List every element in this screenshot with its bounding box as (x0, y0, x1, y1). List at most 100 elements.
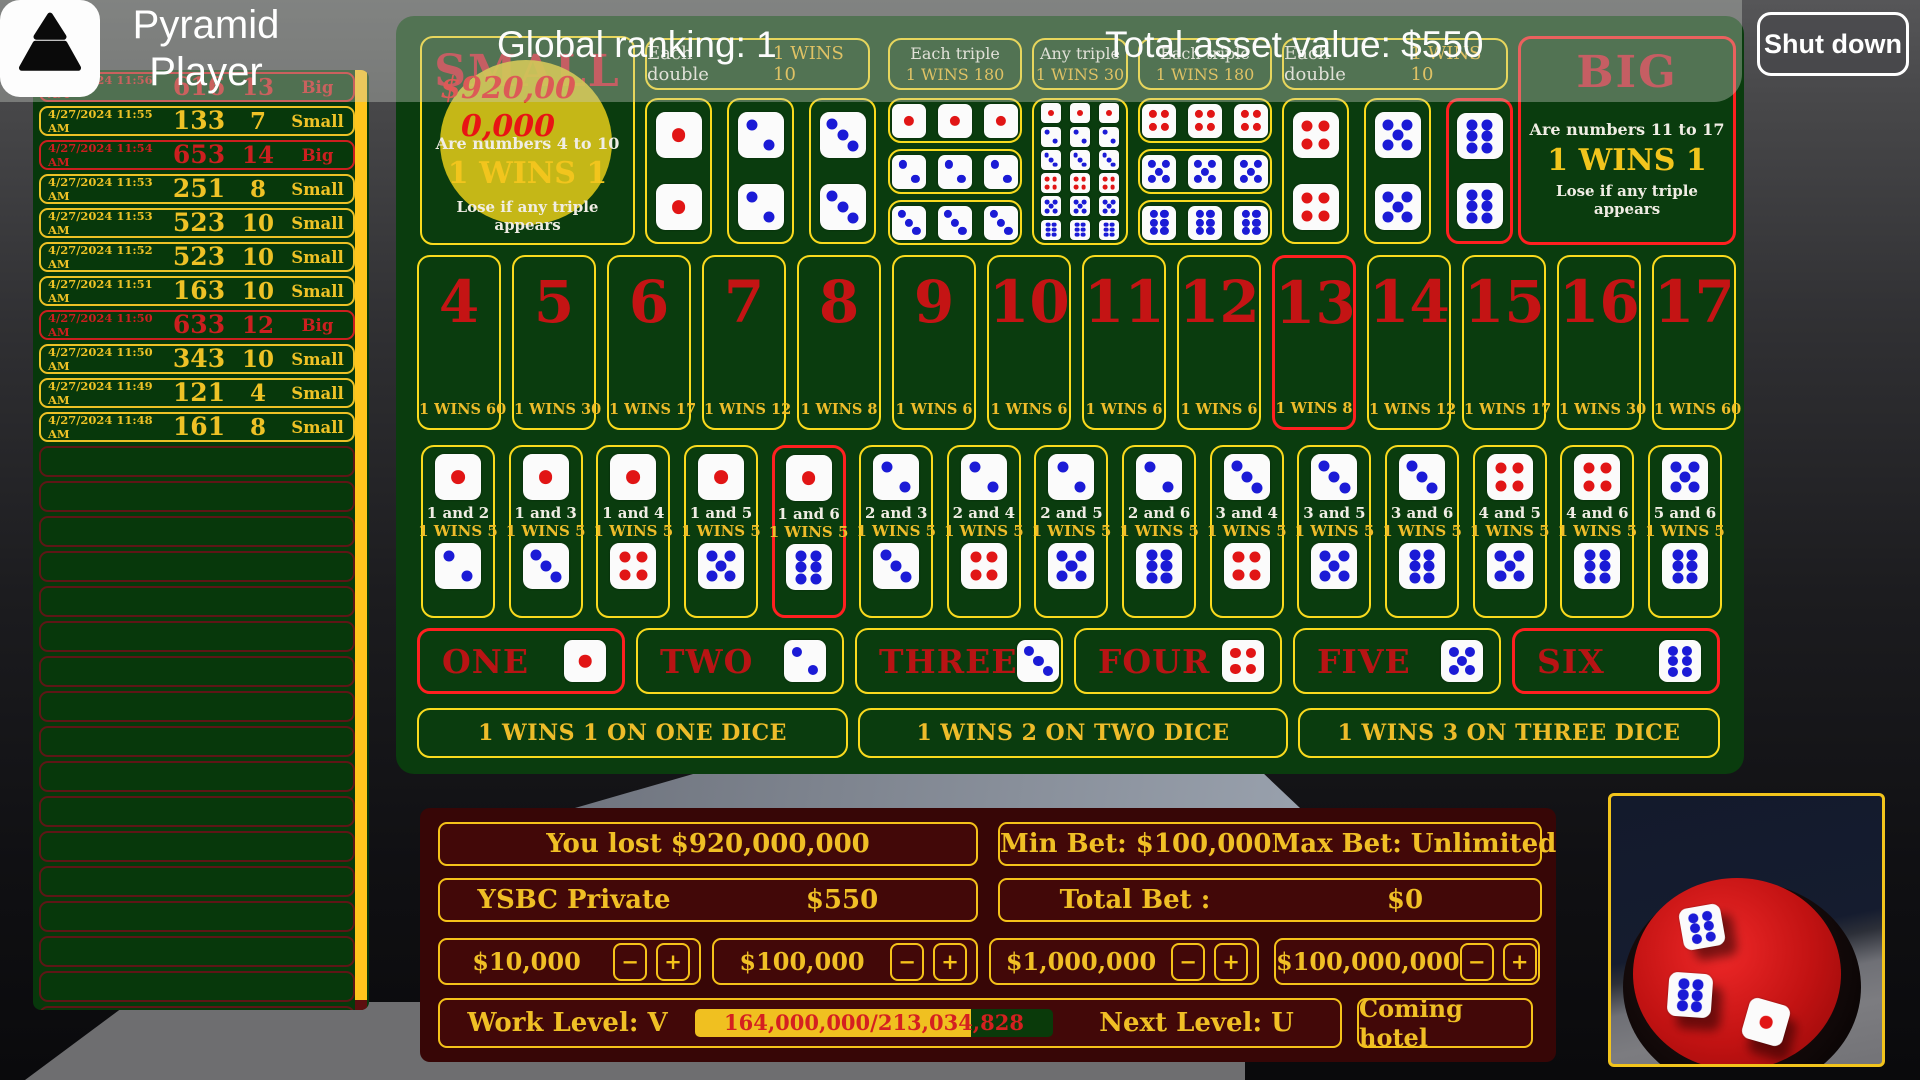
die-6-icon (1659, 640, 1701, 682)
decrease-bet-button[interactable]: − (613, 943, 647, 981)
coming-hotel-button[interactable]: Coming hotel (1357, 998, 1533, 1048)
total-odds: 1 WINS 30 (514, 401, 594, 418)
bet-combo-3-4[interactable]: 3 and 41 WINS 5 (1210, 445, 1284, 618)
bet-combo-2-5[interactable]: 2 and 51 WINS 5 (1034, 445, 1108, 618)
total-number: 11 (1084, 271, 1164, 333)
bet-total-13[interactable]: 131 WINS 8 (1272, 255, 1356, 430)
bet-triple-2[interactable] (888, 149, 1022, 194)
die-1-icon (698, 454, 744, 500)
app-title: Pyramid Player (100, 2, 312, 96)
history-row: 4/27/2024 11:52 AM52310Small (39, 242, 355, 272)
history-size: Small (282, 180, 353, 199)
die-4-icon (1574, 454, 1620, 500)
die-2-icon (1041, 127, 1061, 147)
bet-total-6[interactable]: 61 WINS 17 (607, 255, 691, 430)
chip-10000[interactable]: $10,000−+ (438, 938, 701, 985)
bet-total-12[interactable]: 121 WINS 6 (1177, 255, 1261, 430)
die-1-icon (656, 184, 702, 230)
increase-bet-button[interactable]: + (656, 943, 690, 981)
bet-single-two[interactable]: TWO (636, 628, 844, 694)
history-roll: 343 (164, 348, 234, 370)
chip-100000000[interactable]: $100,000,000−+ (1274, 938, 1540, 985)
die-6-icon (1574, 543, 1620, 589)
bet-double-6[interactable] (1446, 98, 1513, 244)
die-5-icon (1311, 543, 1357, 589)
bet-single-six[interactable]: SIX (1512, 628, 1720, 694)
history-row-empty (39, 971, 355, 1002)
bet-total-7[interactable]: 71 WINS 12 (702, 255, 786, 430)
die-6-icon (1399, 543, 1445, 589)
bet-combo-5-6[interactable]: 5 and 61 WINS 5 (1648, 445, 1722, 618)
bet-total-9[interactable]: 91 WINS 6 (892, 255, 976, 430)
bet-total-10[interactable]: 101 WINS 6 (987, 255, 1071, 430)
history-roll: 653 (164, 144, 234, 166)
bet-double-5[interactable] (1364, 98, 1431, 244)
bet-combo-1-6[interactable]: 1 and 61 WINS 5 (772, 445, 846, 618)
chip-1000000[interactable]: $1,000,000−+ (989, 938, 1259, 985)
bet-total-8[interactable]: 81 WINS 8 (797, 255, 881, 430)
bet-total-16[interactable]: 161 WINS 30 (1557, 255, 1641, 430)
small-note: Lose if any triple appears (422, 198, 633, 234)
bet-combo-1-2[interactable]: 1 and 21 WINS 5 (421, 445, 495, 618)
total-odds: 1 WINS 12 (1369, 401, 1449, 418)
bet-double-1[interactable] (645, 98, 712, 244)
bet-combo-4-5[interactable]: 4 and 51 WINS 5 (1473, 445, 1547, 618)
chip-value: $100,000,000 (1276, 947, 1460, 976)
decrease-bet-button[interactable]: − (890, 943, 924, 981)
bet-triple-1[interactable] (888, 98, 1022, 143)
increase-bet-button[interactable]: + (1214, 943, 1248, 981)
history-scrollbar[interactable] (355, 70, 367, 1000)
bet-combo-3-5[interactable]: 3 and 51 WINS 5 (1297, 445, 1371, 618)
bet-total-15[interactable]: 151 WINS 17 (1462, 255, 1546, 430)
decrease-bet-button[interactable]: − (1171, 943, 1205, 981)
bet-total-17[interactable]: 171 WINS 60 (1652, 255, 1736, 430)
bet-total-4[interactable]: 41 WINS 60 (417, 255, 501, 430)
bet-single-three[interactable]: THREE (855, 628, 1063, 694)
bet-triple-6[interactable] (1138, 200, 1272, 245)
die-2-icon (938, 155, 972, 189)
shutdown-label: Shut down (1764, 29, 1902, 60)
chip-100000[interactable]: $100,000−+ (712, 938, 978, 985)
combo-odds: 1 WINS 5 (856, 522, 936, 540)
bet-combo-3-6[interactable]: 3 and 61 WINS 5 (1385, 445, 1459, 618)
bet-total-14[interactable]: 141 WINS 12 (1367, 255, 1451, 430)
increase-bet-button[interactable]: + (1503, 943, 1537, 981)
bet-combo-2-3[interactable]: 2 and 31 WINS 5 (859, 445, 933, 618)
bet-combo-1-4[interactable]: 1 and 41 WINS 5 (596, 445, 670, 618)
die-3-icon (1041, 150, 1061, 170)
die-1-icon (1041, 103, 1061, 123)
bet-double-4[interactable] (1282, 98, 1349, 244)
history-row-empty (39, 936, 355, 967)
bet-triple-3[interactable] (888, 200, 1022, 245)
combo-label: 1 and 6 (777, 505, 839, 523)
die-5-icon (1142, 155, 1176, 189)
any-triple-row-2 (1034, 127, 1126, 147)
bet-combo-4-6[interactable]: 4 and 61 WINS 5 (1560, 445, 1634, 618)
history-roll: 161 (164, 416, 234, 438)
bet-total-5[interactable]: 51 WINS 30 (512, 255, 596, 430)
combo-label: 2 and 4 (953, 504, 1015, 522)
bet-single-four[interactable]: FOUR (1074, 628, 1282, 694)
bet-any-triple[interactable] (1032, 98, 1128, 245)
combo-odds: 1 WINS 5 (1470, 522, 1550, 540)
die-3-icon (820, 112, 866, 158)
bet-single-five[interactable]: FIVE (1293, 628, 1501, 694)
bet-triple-5[interactable] (1138, 149, 1272, 194)
bet-combo-1-3[interactable]: 1 and 31 WINS 5 (509, 445, 583, 618)
bet-total-11[interactable]: 111 WINS 6 (1082, 255, 1166, 430)
bet-combo-2-4[interactable]: 2 and 41 WINS 5 (947, 445, 1021, 618)
shutdown-button[interactable]: Shut down (1757, 12, 1909, 76)
increase-bet-button[interactable]: + (933, 943, 967, 981)
history-roll: 133 (164, 110, 234, 132)
die-3-icon (1224, 454, 1270, 500)
bet-combo-1-5[interactable]: 1 and 51 WINS 5 (684, 445, 758, 618)
bet-single-one[interactable]: ONE (417, 628, 625, 694)
die-1-icon (892, 104, 926, 138)
decrease-bet-button[interactable]: − (1460, 943, 1494, 981)
bet-double-2[interactable] (727, 98, 794, 244)
die-4-icon (1188, 104, 1222, 138)
bet-triple-4[interactable] (1138, 98, 1272, 143)
combo-odds: 1 WINS 5 (1645, 522, 1725, 540)
bet-combo-2-6[interactable]: 2 and 61 WINS 5 (1122, 445, 1196, 618)
bet-double-3[interactable] (809, 98, 876, 244)
